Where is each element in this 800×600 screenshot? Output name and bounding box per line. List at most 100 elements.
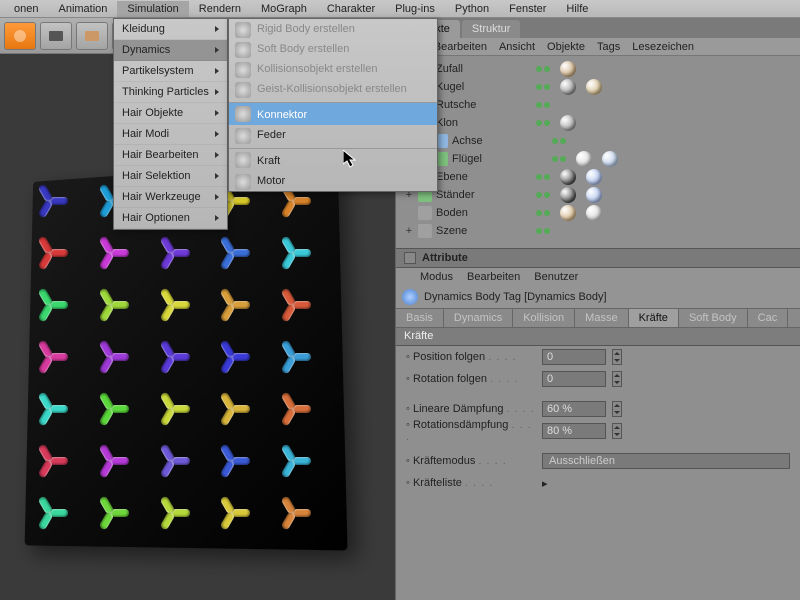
object-row[interactable]: +Flügel — [396, 150, 800, 168]
dynamics-body-icon — [402, 289, 418, 305]
spinner[interactable] — [612, 371, 622, 387]
spinner-object — [91, 491, 135, 535]
object-row[interactable]: Ebene — [396, 168, 800, 186]
spinner-object — [212, 335, 256, 379]
spinner-object — [91, 231, 135, 275]
menu-onen[interactable]: onen — [4, 1, 48, 17]
obj-menu-item[interactable]: Ansicht — [499, 41, 535, 53]
submenu-item: Kollisionsobjekt erstellen — [229, 59, 437, 79]
spinner-object — [152, 231, 196, 275]
simulation-menu[interactable]: KleidungDynamicsPartikelsystemThinking P… — [113, 18, 228, 230]
object-row[interactable]: +Klon — [396, 114, 800, 132]
spinner-object — [273, 491, 317, 535]
menu-item[interactable]: Dynamics — [114, 40, 227, 61]
attribute-menus[interactable]: Modus Bearbeiten Benutzer — [396, 268, 800, 286]
toolbar-button[interactable] — [76, 22, 108, 50]
attr-tab[interactable]: Masse — [575, 309, 628, 327]
field-row: ◦ Kräftemodus . . . .Ausschließen — [396, 450, 800, 472]
menu-item[interactable]: Hair Selektion — [114, 166, 227, 187]
attr-menu[interactable]: Benutzer — [534, 271, 578, 283]
menu-simulation[interactable]: Simulation — [117, 1, 188, 17]
object-row[interactable]: Rutsche — [396, 96, 800, 114]
menu-rendern[interactable]: Rendern — [189, 1, 251, 17]
menu-item[interactable]: Hair Optionen — [114, 208, 227, 229]
object-row[interactable]: +Ständer — [396, 186, 800, 204]
spinner-object — [30, 491, 74, 535]
object-row[interactable]: Zufall — [396, 60, 800, 78]
field-row: ◦ Position folgen . . . .0 — [396, 346, 800, 368]
obj-menu-item[interactable]: Bearbeiten — [434, 41, 487, 53]
panel-tabs[interactable]: ObjekteStruktur — [396, 18, 800, 38]
number-input[interactable]: 80 % — [542, 423, 606, 439]
attr-tab[interactable]: Kollision — [513, 309, 575, 327]
menu-item[interactable]: Hair Modi — [114, 124, 227, 145]
menu-item[interactable]: Kleidung — [114, 19, 227, 40]
tab-struktur[interactable]: Struktur — [462, 20, 521, 38]
menu-hilfe[interactable]: Hilfe — [556, 1, 598, 17]
spinner[interactable] — [612, 423, 622, 439]
object-row[interactable]: +Szene — [396, 222, 800, 240]
expander-icon[interactable]: ▸ — [542, 477, 548, 490]
attribute-tabs[interactable]: BasisDynamicsKollisionMasseKräfteSoft Bo… — [396, 308, 800, 328]
menu-item[interactable]: Hair Werkzeuge — [114, 187, 227, 208]
menu-item[interactable]: Thinking Particles — [114, 82, 227, 103]
field-row: ◦ Kräfteliste . . . .▸ — [396, 472, 800, 494]
submenu-item: Rigid Body erstellen — [229, 19, 437, 39]
obj-menu-item[interactable]: Lesezeichen — [632, 41, 694, 53]
field-row: ◦ Rotation folgen . . . .0 — [396, 368, 800, 390]
field-row: ◦ Rotationsdämpfung . . . .80 % — [396, 420, 800, 442]
field-row: ◦ Lineare Dämpfung . . . .60 % — [396, 398, 800, 420]
select-input[interactable]: Ausschließen — [542, 453, 790, 469]
object-tree[interactable]: ZufallKugelRutsche+KlonAchse+FlügelEbene… — [396, 56, 800, 248]
submenu-item[interactable]: Feder — [229, 125, 437, 145]
toolbar-button[interactable] — [40, 22, 72, 50]
menu-python[interactable]: Python — [445, 1, 499, 17]
spinner-object — [212, 387, 256, 431]
spinner-object — [30, 387, 74, 431]
number-input[interactable]: 0 — [542, 349, 606, 365]
obj-menu-item[interactable]: Objekte — [547, 41, 585, 53]
submenu-item[interactable]: Motor — [229, 171, 437, 191]
spinner-object — [273, 387, 317, 431]
spinner-object — [30, 231, 74, 275]
spinner-object — [30, 283, 74, 327]
spinner-object — [152, 491, 196, 535]
menu-item[interactable]: Hair Bearbeiten — [114, 145, 227, 166]
menu-animation[interactable]: Animation — [48, 1, 117, 17]
number-input[interactable]: 60 % — [542, 401, 606, 417]
attr-tab[interactable]: Kräfte — [629, 309, 679, 327]
submenu-item[interactable]: Kraft — [229, 148, 437, 171]
submenu-item[interactable]: Konnektor — [229, 102, 437, 125]
object-row[interactable]: Boden — [396, 204, 800, 222]
menu-item[interactable]: Partikelsystem — [114, 61, 227, 82]
spinner[interactable] — [612, 401, 622, 417]
object-row[interactable]: Achse — [396, 132, 800, 150]
attr-tab[interactable]: Soft Body — [679, 309, 748, 327]
attr-menu[interactable]: Modus — [420, 271, 453, 283]
spinner-object — [212, 491, 256, 535]
menubar[interactable]: onenAnimationSimulationRendernMoGraphCha… — [0, 0, 800, 18]
attribute-fields: ◦ Position folgen . . . .0◦ Rotation fol… — [396, 346, 800, 494]
spinner-object — [91, 283, 135, 327]
spinner-object — [91, 387, 135, 431]
menu-charakter[interactable]: Charakter — [317, 1, 385, 17]
attr-tab[interactable]: Dynamics — [444, 309, 513, 327]
spinner[interactable] — [612, 349, 622, 365]
number-input[interactable]: 0 — [542, 371, 606, 387]
menu-fenster[interactable]: Fenster — [499, 1, 556, 17]
menu-plug-ins[interactable]: Plug-ins — [385, 1, 445, 17]
menu-mograph[interactable]: MoGraph — [251, 1, 317, 17]
dynamics-submenu[interactable]: Rigid Body erstellenSoft Body erstellenK… — [228, 18, 438, 192]
spinner-object — [91, 335, 135, 379]
spinner-object — [212, 283, 256, 327]
object-manager-menu[interactable]: ateiBearbeitenAnsichtObjekteTagsLesezeic… — [396, 38, 800, 56]
attr-tab[interactable]: Basis — [396, 309, 444, 327]
attr-menu[interactable]: Bearbeiten — [467, 271, 520, 283]
menu-item[interactable]: Hair Objekte — [114, 103, 227, 124]
spinner-object — [30, 335, 74, 379]
object-row[interactable]: Kugel — [396, 78, 800, 96]
toolbar-button[interactable] — [4, 22, 36, 50]
attr-tab[interactable]: Cac — [748, 309, 789, 327]
obj-menu-item[interactable]: Tags — [597, 41, 620, 53]
spinner-object — [152, 439, 196, 483]
